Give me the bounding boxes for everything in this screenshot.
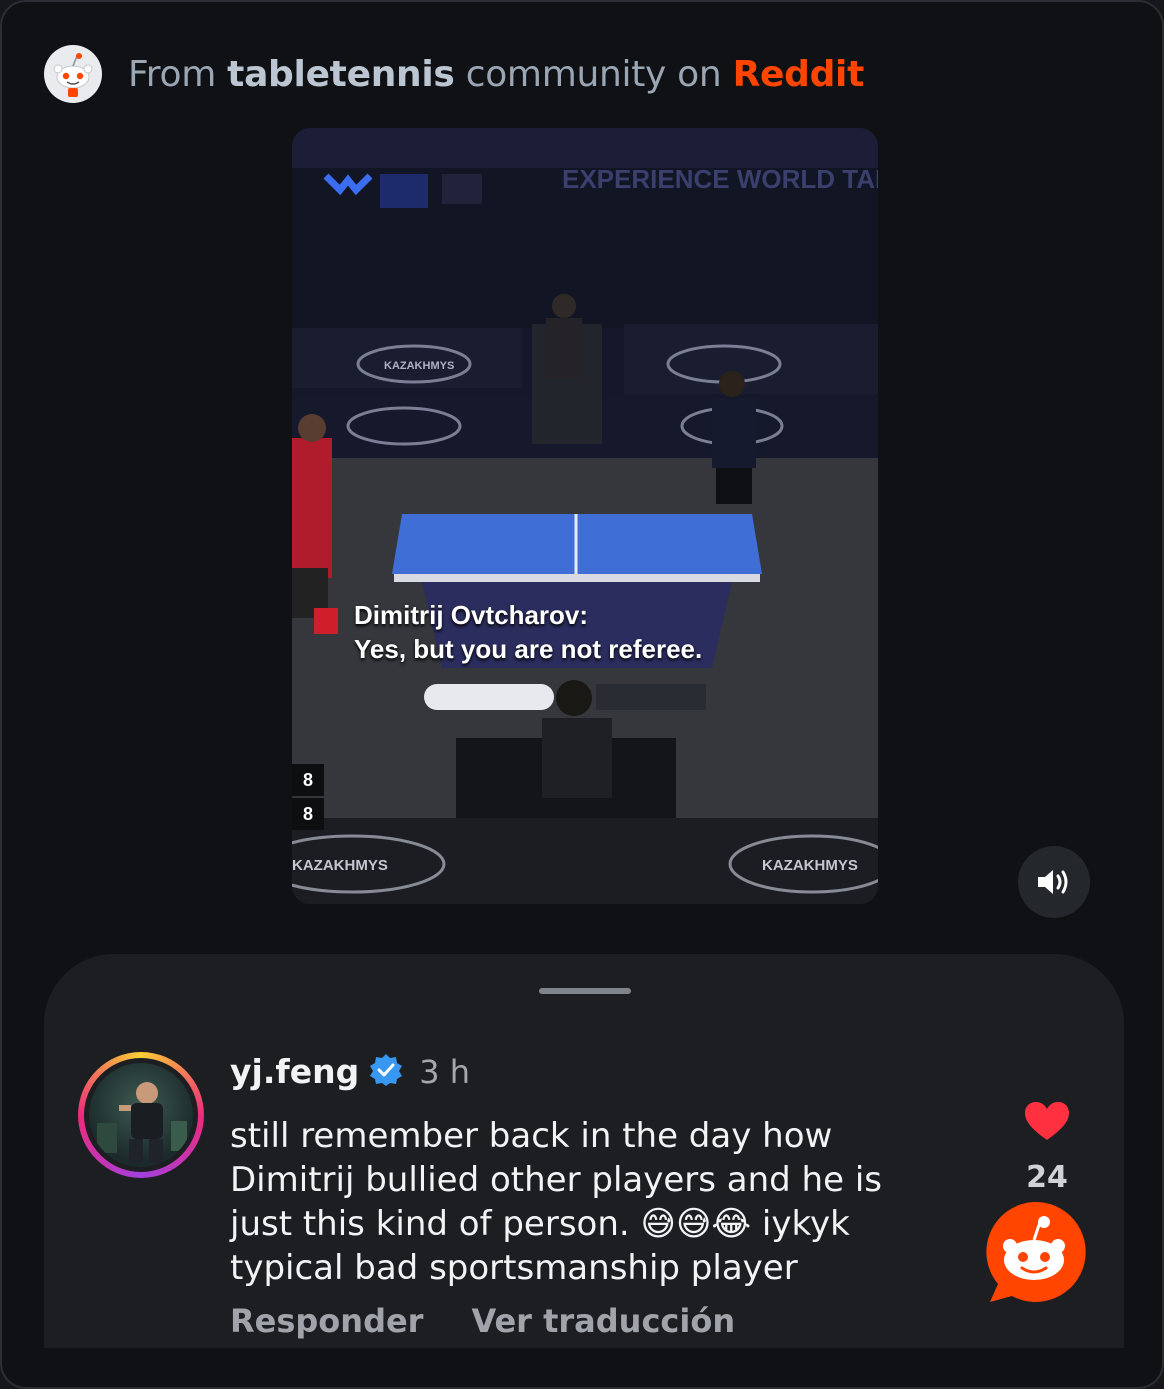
like-control: 24	[1016, 1100, 1078, 1195]
avatar	[89, 1063, 193, 1167]
comment-actions: Responder Ver traducción	[230, 1302, 735, 1340]
comment-time: 3 h	[419, 1052, 471, 1091]
reddit-snoo-icon	[44, 45, 102, 103]
scoreboard: 8 8	[292, 764, 324, 832]
comment-header: yj.feng 3 h	[230, 1052, 470, 1091]
story-ring[interactable]	[78, 1052, 204, 1178]
reddit-link[interactable]: Reddit	[733, 54, 865, 95]
heart-icon[interactable]	[1016, 1100, 1078, 1146]
source-header: From tabletennis community on Reddit	[44, 44, 864, 104]
source-prefix: From	[128, 53, 216, 95]
source-title: From tabletennis community on Reddit	[128, 54, 864, 95]
comment-text: still remember back in the day how Dimit…	[230, 1116, 882, 1288]
verified-badge-icon	[369, 1053, 403, 1091]
community-link[interactable]: tabletennis	[227, 54, 455, 95]
post-card: From tabletennis community on Reddit EXP…	[0, 0, 1164, 1389]
translate-button[interactable]: Ver traducción	[471, 1302, 735, 1340]
score-player-2: 8	[292, 798, 324, 830]
speaker-volume-icon[interactable]	[1018, 846, 1090, 918]
caption-speaker: Dimitrij Ovtcharov:	[354, 600, 589, 630]
arena-banner: EXPERIENCE WORLD TABLE TENNIS	[562, 164, 878, 194]
sponsor-board: KAZAKHMYS	[292, 857, 388, 874]
sponsor-board: KAZAKHMYS	[762, 857, 858, 874]
caption-quote: Yes, but you are not referee.	[354, 634, 703, 664]
reply-button[interactable]: Responder	[230, 1302, 423, 1340]
comment-sheet: yj.feng 3 h still remember back in the d…	[44, 954, 1124, 1348]
sheet-drag-handle[interactable]	[539, 988, 631, 994]
sponsor-board: KAZAKHMYS	[384, 360, 454, 372]
comment-username[interactable]: yj.feng	[230, 1052, 359, 1091]
like-count: 24	[1026, 1160, 1068, 1195]
video-player[interactable]: EXPERIENCE WORLD TABLE TENNIS KAZAKHMYS	[292, 128, 878, 904]
reddit-logo-icon	[982, 1200, 1086, 1308]
source-middle: community on	[465, 53, 722, 95]
score-player-1: 8	[292, 764, 324, 796]
video-caption: Dimitrij Ovtcharov: Yes, but you are not…	[354, 598, 702, 666]
